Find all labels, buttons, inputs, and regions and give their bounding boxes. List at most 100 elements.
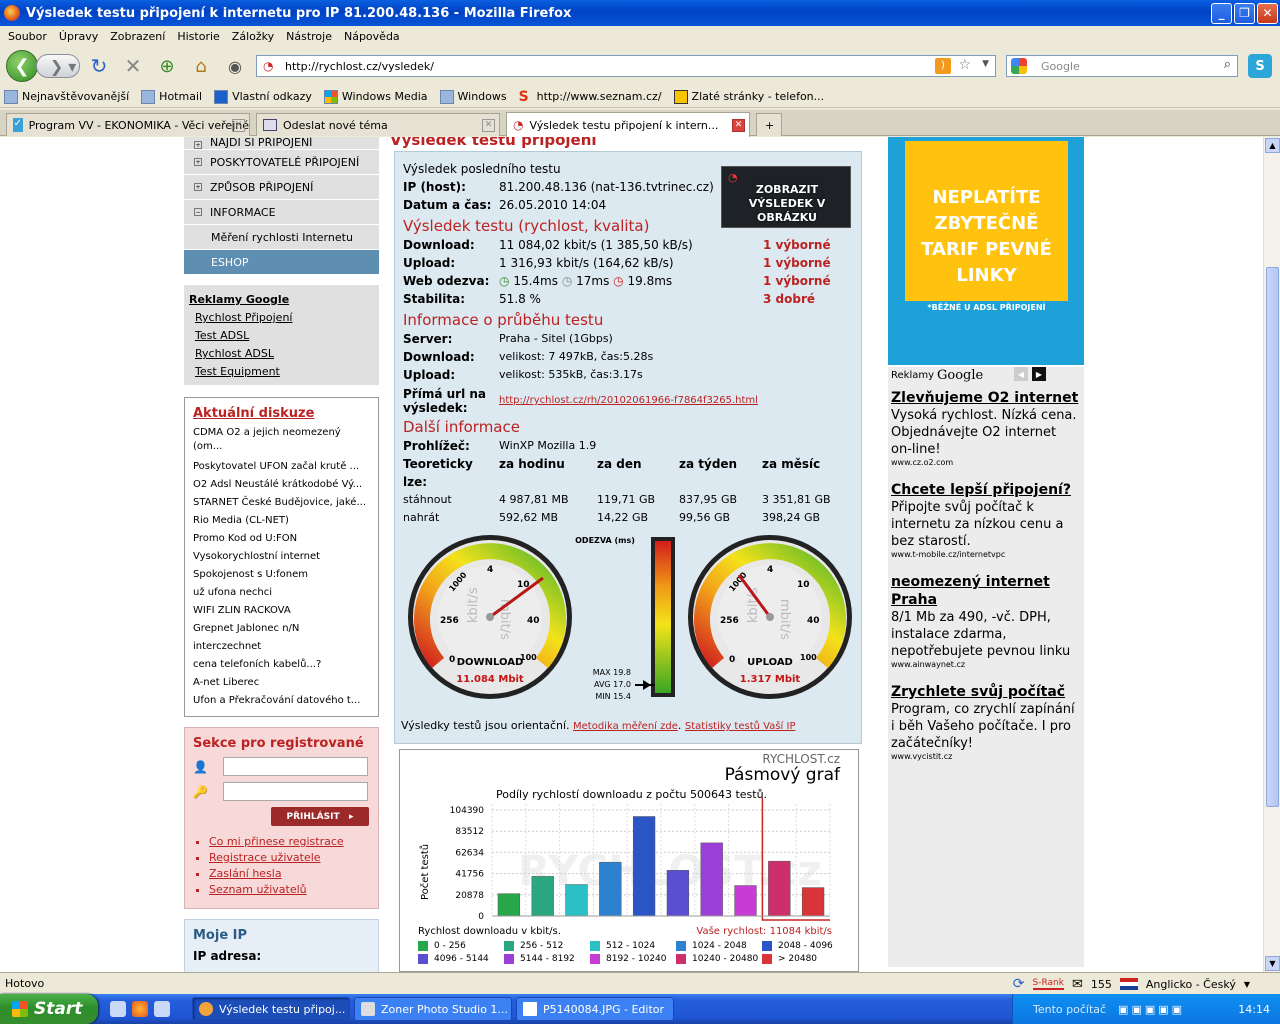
ad-link[interactable]: Test Equipment	[189, 363, 374, 381]
tab-new-topic[interactable]: Odeslat nové téma ✕	[256, 113, 500, 136]
ad-title[interactable]: Zlevňujeme O2 internet	[891, 389, 1081, 407]
discussion-item[interactable]: CDMA O2 a jejich neomezený (om...	[193, 426, 343, 454]
eye-icon[interactable]: ◉	[224, 55, 246, 77]
taskbar-zoner[interactable]: Zoner Photo Studio 1...	[354, 997, 512, 1021]
ads-heading[interactable]: Reklamy Google	[189, 293, 374, 306]
rss-icon[interactable]: )	[935, 58, 951, 74]
dictionary-label[interactable]: Anglicko - Český	[1146, 978, 1236, 991]
bookmark-windows-media[interactable]: Windows Media	[323, 89, 428, 104]
register-user-link[interactable]: Registrace uživatele	[209, 850, 370, 866]
home-icon[interactable]: ⌂	[190, 55, 212, 77]
desktop-icon[interactable]	[110, 1001, 126, 1017]
app-icon[interactable]	[154, 1001, 170, 1017]
discussion-item[interactable]: Promo Kod od U:FON	[193, 530, 370, 548]
register-benefits-link[interactable]: Co mi přinese registrace	[209, 834, 370, 850]
ad-item[interactable]: neomezený internet Praha 8/1 Mb za 490, …	[891, 573, 1081, 669]
chevron-down-icon[interactable]: ▼	[1244, 980, 1250, 989]
username-input[interactable]	[223, 757, 368, 776]
menu-edit[interactable]: Úpravy	[53, 30, 104, 43]
bookmark-most-visited[interactable]: Nejnavštěvovanější	[4, 89, 129, 104]
o2-banner-ad[interactable]: NEPLATÍTE ZBYTEČNĚ TARIF PEVNÉ LINKY *BĚ…	[888, 137, 1084, 365]
discussion-item[interactable]: cena telefoních kabelů...?	[193, 656, 370, 674]
password-input[interactable]	[223, 782, 368, 801]
stop-icon[interactable]: ✕	[122, 54, 144, 78]
discussion-item[interactable]: A-net Liberec	[193, 674, 370, 692]
menu-item-eshop[interactable]: ESHOP	[184, 250, 379, 275]
taskbar-firefox[interactable]: Výsledek testu připoj...	[192, 997, 350, 1021]
menu-help[interactable]: Nápověda	[338, 30, 406, 43]
bookmark-hotmail[interactable]: Hotmail	[141, 89, 202, 104]
menu-tools[interactable]: Nástroje	[280, 30, 338, 43]
new-tab-button[interactable]: +	[756, 113, 782, 136]
back-button[interactable]: ❮	[6, 50, 38, 82]
methodology-link[interactable]: Metodika měření zde	[573, 721, 678, 732]
ad-url[interactable]: www.ainwaynet.cz	[891, 660, 1081, 669]
discussion-heading[interactable]: Aktuální diskuze	[193, 406, 370, 421]
menu-item-find[interactable]: + NAJDI SI PŘIPOJENÍ	[184, 137, 379, 150]
ad-url[interactable]: www.t-mobile.cz/internetvpc	[891, 550, 1081, 559]
ad-link[interactable]: Rychlost Připojení	[189, 309, 374, 327]
discussion-item[interactable]: Rio Media (CL-NET)	[193, 512, 370, 530]
close-tab-icon[interactable]: ✕	[732, 118, 745, 132]
ad-title[interactable]: Zrychlete svůj počítač	[891, 683, 1081, 701]
bookmark-seznam[interactable]: Shttp://www.seznam.cz/	[519, 90, 662, 104]
close-tab-icon[interactable]: ✕	[232, 118, 245, 132]
ad-url[interactable]: www.vycistit.cz	[891, 752, 1081, 761]
close-button[interactable]: ✕	[1257, 2, 1278, 24]
discussion-item[interactable]: STARNET České Budějovice, jaké...	[193, 494, 370, 512]
menu-item-method[interactable]: + ZPŮSOB PŘIPOJENÍ	[184, 175, 379, 200]
scroll-down-icon[interactable]: ▼	[1265, 956, 1280, 971]
taskbar-editor[interactable]: P5140084.JPG - Editor	[516, 997, 674, 1021]
result-url-link[interactable]: http://rychlost.cz/rh/20102061966-f7864f…	[499, 387, 758, 415]
login-button[interactable]: PŘIHLÁSIT ▸	[271, 807, 369, 826]
add-bookmark-icon[interactable]: ⊕	[156, 55, 178, 77]
discussion-item[interactable]: už ufona nechci	[193, 584, 370, 602]
ad-item[interactable]: Chcete lepší připojení? Připojte svůj po…	[891, 481, 1081, 559]
send-password-link[interactable]: Zaslání hesla	[209, 866, 370, 882]
refresh-icon[interactable]: ⟳	[1013, 976, 1025, 992]
tab-program-vv[interactable]: ✓ Program VV - EKONOMIKA - Věci veřejné …	[6, 113, 250, 136]
chevron-down-icon[interactable]: ▼	[982, 59, 989, 69]
discussion-item[interactable]: Spokojenost s U:fonem	[193, 566, 370, 584]
discussion-item[interactable]: WIFI ZLIN RACKOVA	[193, 602, 370, 620]
discussion-item[interactable]: Vysokorychlostní internet	[193, 548, 370, 566]
tab-result[interactable]: ◔ Výsledek testu připojení k intern... ✕	[506, 112, 750, 137]
discussion-item[interactable]: Ufon a Překračování datového t...	[193, 692, 370, 710]
google-icon[interactable]	[1011, 58, 1027, 74]
ad-title[interactable]: neomezený internet Praha	[891, 573, 1081, 609]
tray-icons[interactable]: ▣▣▣▣▣	[1118, 1003, 1185, 1016]
next-arrow-icon[interactable]: ▶	[1032, 367, 1046, 381]
vertical-scrollbar[interactable]: ▲ ▼	[1263, 137, 1280, 972]
prev-arrow-icon[interactable]: ◀	[1014, 367, 1028, 381]
firefox-icon[interactable]	[132, 1001, 148, 1017]
menu-item-info[interactable]: − INFORMACE	[184, 200, 379, 225]
bookmark-zlate-stranky[interactable]: Zlaté stránky - telefon...	[673, 89, 824, 104]
menu-bookmarks[interactable]: Záložky	[226, 30, 280, 43]
star-icon[interactable]: ☆	[958, 57, 971, 73]
ad-url[interactable]: www.cz.o2.com	[891, 458, 1081, 467]
discussion-item[interactable]: Poskytovatel UFON začal krutě ...	[193, 458, 370, 476]
ad-title[interactable]: Chcete lepší připojení?	[891, 481, 1081, 499]
start-button[interactable]: Start	[0, 994, 98, 1024]
ads-by-google[interactable]: Reklamy Google	[891, 367, 1081, 383]
close-tab-icon[interactable]: ✕	[482, 118, 495, 132]
user-list-link[interactable]: Seznam uživatelů	[209, 882, 370, 898]
show-image-button[interactable]: ◔ ZOBRAZIT VÝSLEDEK V OBRÁZKU	[721, 166, 851, 228]
search-input[interactable]: Google ⌕	[1006, 55, 1238, 77]
srank-widget[interactable]: S-Rank	[1032, 978, 1064, 990]
scroll-thumb[interactable]	[1266, 267, 1279, 807]
url-bar[interactable]: ◔ http://rychlost.cz/vysledek/ ) ☆ ▼	[256, 55, 996, 77]
menu-view[interactable]: Zobrazení	[104, 30, 171, 43]
maximize-button[interactable]: ❐	[1234, 2, 1255, 24]
skype-icon[interactable]: S	[1248, 54, 1272, 78]
discussion-item[interactable]: interczechnet	[193, 638, 370, 656]
ad-item[interactable]: Zlevňujeme O2 internet Vysoká rychlost. …	[891, 389, 1081, 467]
menu-history[interactable]: Historie	[171, 30, 225, 43]
bookmark-custom-links[interactable]: Vlastní odkazy	[214, 89, 312, 104]
ad-item[interactable]: Zrychlete svůj počítač Program, co zrych…	[891, 683, 1081, 761]
menu-item-providers[interactable]: + POSKYTOVATELÉ PŘIPOJENÍ	[184, 150, 379, 175]
search-icon[interactable]: ⌕	[1224, 57, 1231, 72]
discussion-item[interactable]: O2 Adsl Neustálé krátkodobé Vý...	[193, 476, 370, 494]
minimize-button[interactable]: _	[1211, 2, 1232, 24]
ad-link[interactable]: Test ADSL	[189, 327, 374, 345]
